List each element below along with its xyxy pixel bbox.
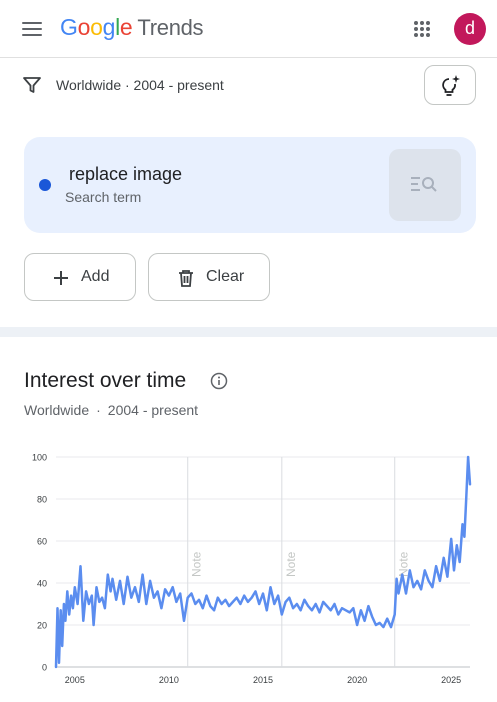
filter-summary[interactable]: Worldwide · 2004 - present	[56, 77, 224, 93]
search-term-type: Search term	[65, 189, 142, 205]
add-button-label: Add	[81, 268, 110, 285]
annotation-label: Note	[284, 551, 298, 577]
search-term-name: replace image	[69, 164, 183, 184]
apps-grid-icon[interactable]	[406, 13, 438, 45]
info-icon[interactable]	[210, 372, 228, 390]
search-list-icon[interactable]	[389, 149, 461, 221]
y-tick-label: 60	[37, 537, 47, 547]
google-trends-logo[interactable]: Google Trends	[60, 14, 204, 41]
logo-letter: G	[60, 14, 78, 40]
clear-button-label: Clear	[206, 268, 245, 285]
x-tick-label: 2025	[441, 675, 461, 685]
x-tick-label: 2015	[253, 675, 273, 685]
logo-suffix: Trends	[137, 15, 204, 40]
search-term-card[interactable]: replace image Search term	[24, 137, 476, 233]
interest-over-time-chart[interactable]: 0 20 40 60 80 100 2005 2010 2015 2020 2025 Note Note…	[0, 440, 497, 702]
x-tick-label: 2020	[347, 675, 367, 685]
logo-letter: o	[90, 14, 103, 40]
top-app-bar: Google Trends d	[0, 0, 497, 58]
section-subtitle: Worldwide · 2004 - present	[24, 402, 198, 418]
series-color-dot	[39, 179, 51, 191]
y-tick-label: 80	[37, 495, 47, 505]
filter-row: Worldwide · 2004 - present	[0, 62, 497, 108]
period-label: 2004 - present	[107, 402, 199, 418]
plus-icon	[54, 271, 68, 285]
y-tick-label: 40	[37, 579, 47, 589]
separator-dot: ·	[96, 402, 101, 418]
add-term-button[interactable]: Add	[24, 253, 136, 301]
annotation-label: Note	[190, 551, 204, 577]
trash-icon	[179, 270, 193, 287]
account-avatar[interactable]: d	[454, 13, 486, 45]
clear-terms-button[interactable]: Clear	[148, 253, 270, 301]
logo-letter: e	[119, 14, 133, 40]
section-title: Interest over time	[24, 369, 187, 392]
section-divider	[0, 327, 497, 337]
x-tick-label: 2010	[159, 675, 179, 685]
region-label: Worldwide	[24, 402, 90, 418]
filter-funnel-icon[interactable]	[22, 75, 42, 95]
x-tick-label: 2005	[65, 675, 85, 685]
y-tick-label: 0	[42, 663, 47, 673]
logo-letter: o	[77, 14, 91, 40]
logo-letter: g	[102, 14, 116, 40]
y-tick-label: 100	[32, 453, 47, 463]
hamburger-menu-icon[interactable]	[16, 13, 48, 45]
y-tick-label: 20	[37, 621, 47, 631]
lightbulb-sparkle-icon[interactable]	[424, 65, 476, 105]
